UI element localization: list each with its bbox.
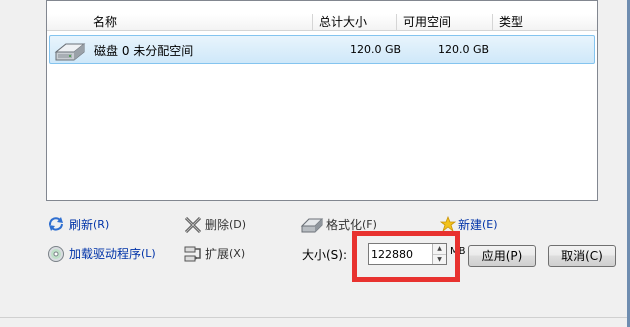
delete-accesskey: (D) <box>229 218 247 231</box>
new-label: 新建 <box>458 218 483 232</box>
apply-button[interactable]: 应用(P) <box>468 245 536 267</box>
extend-label: 扩展 <box>205 247 230 261</box>
cd-disc-icon <box>47 245 67 263</box>
extend-link[interactable]: 扩展 (X) <box>183 245 245 263</box>
partition-list[interactable]: 名称 总计大小 可用空间 类型 磁盘 0 未分配空间 120.0 GB 120.… <box>46 0 598 201</box>
column-name[interactable]: 名称 <box>47 14 313 30</box>
new-accesskey: (E) <box>482 218 498 231</box>
hard-disk-icon <box>54 43 86 61</box>
column-type[interactable]: 类型 <box>493 14 597 30</box>
load-driver-accesskey: (L) <box>141 247 156 260</box>
refresh-icon <box>47 216 67 234</box>
column-free-space[interactable]: 可用空间 <box>397 14 493 30</box>
cancel-button[interactable]: 取消(C) <box>548 245 616 267</box>
row-free-space: 120.0 GB <box>438 43 490 56</box>
size-highlight-box <box>352 231 460 282</box>
extend-accesskey: (X) <box>229 247 246 260</box>
extend-icon <box>183 245 203 263</box>
bottom-divider <box>0 317 630 327</box>
load-driver-label: 加载驱动程序 <box>69 247 142 261</box>
list-row-disk0-unallocated[interactable]: 磁盘 0 未分配空间 120.0 GB 120.0 GB <box>49 35 595 64</box>
column-total-size[interactable]: 总计大小 <box>313 14 397 30</box>
format-drive-icon <box>300 216 324 234</box>
refresh-label: 刷新 <box>69 218 94 232</box>
delete-icon <box>183 216 203 234</box>
row-total-size: 120.0 GB <box>350 43 402 56</box>
list-header: 名称 总计大小 可用空间 类型 <box>47 14 597 31</box>
load-driver-link[interactable]: 加载驱动程序 (L) <box>47 245 156 263</box>
delete-label: 删除 <box>205 218 230 232</box>
delete-link[interactable]: 删除 (D) <box>183 216 246 234</box>
refresh-accesskey: (R) <box>93 218 110 231</box>
size-label: 大小(S): <box>302 248 348 262</box>
refresh-link[interactable]: 刷新 (R) <box>47 216 109 234</box>
row-name: 磁盘 0 未分配空间 <box>94 44 194 58</box>
